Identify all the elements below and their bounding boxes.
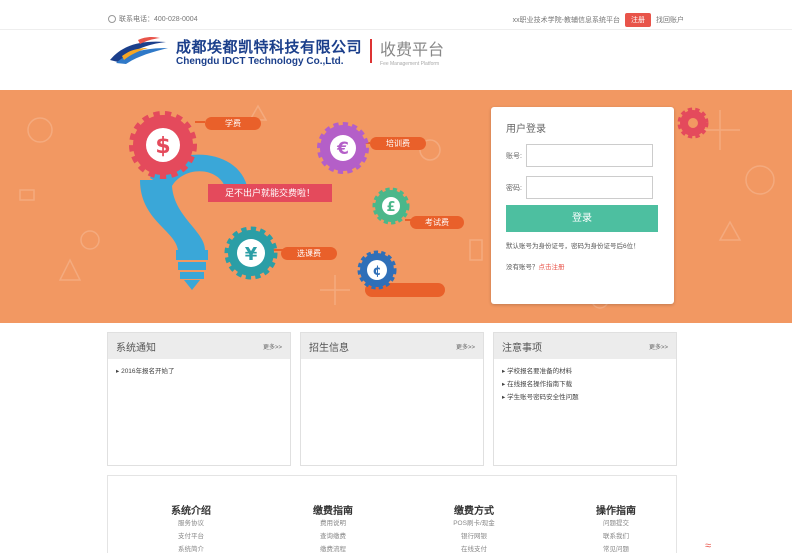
footer-link[interactable]: 查询缴费 [283, 530, 383, 543]
login-title: 用户登录 [506, 124, 546, 135]
panel-admissions: 招生信息 更多>> [300, 332, 484, 466]
brand-header: 成都埃都凯特科技有限公司 Chengdu IDCT Technology Co.… [108, 34, 444, 68]
panel-title: 招生信息 [309, 342, 349, 354]
phone-icon [108, 15, 116, 23]
find-account-link[interactable]: 找回账户 [656, 15, 684, 25]
coin-symbol: $ [155, 134, 170, 159]
footer-link[interactable]: 在线支付 [424, 543, 524, 553]
panel-title: 系统通知 [116, 342, 156, 354]
footer-link[interactable]: 费用说明 [283, 517, 383, 530]
coin-symbol: ¥ [245, 244, 258, 265]
more-link[interactable]: 更多>> [649, 342, 668, 351]
login-panel: 用户登录 账号: 密码: 登录 默认账号为身份证号，密码为身份证号后6位！ 没有… [491, 107, 674, 304]
top-bar: 联系电话：400-028-0004 xx职业技术学院-教辅信息系统平台 注册 找… [0, 0, 792, 30]
login-hint: 默认账号为身份证号，密码为身份证号后6位！ [506, 243, 640, 250]
decorative-gear-icon [676, 106, 710, 140]
login-button[interactable]: 登录 [506, 205, 658, 232]
account-row: 账号: [506, 144, 653, 167]
company-logo[interactable] [108, 36, 170, 66]
tag-course: 选课费 [281, 247, 337, 260]
list-item[interactable]: ▸ 学校报名要准备的材料 [502, 365, 668, 378]
notes-list: ▸ 学校报名要准备的材料 ▸ 在线报名操作指南下载 ▸ 学生账号密码安全性问题 [494, 359, 676, 410]
coin-symbol: ¢ [372, 264, 381, 279]
company-name-en: Chengdu IDCT Technology Co.,Ltd. [176, 55, 344, 67]
panel-header: 注意事项 更多>> [494, 333, 676, 359]
panel-title: 注意事项 [502, 342, 542, 354]
notice-list: ▸ 2016年报名开始了 [108, 359, 290, 384]
more-link[interactable]: 更多>> [263, 342, 282, 351]
panel-notes: 注意事项 更多>> ▸ 学校报名要准备的材料 ▸ 在线报名操作指南下载 ▸ 学生… [493, 332, 677, 466]
brand-divider [370, 39, 373, 63]
list-item[interactable]: ▸ 2016年报名开始了 [116, 365, 282, 378]
platform-subtitle: Fee Management Platform [380, 60, 440, 67]
contact-phone: 联系电话：400-028-0004 [108, 14, 198, 24]
footer-col-operations: 操作指南 问题提交 联系我们 常见问题 [566, 502, 666, 553]
footer-link[interactable]: 支付平台 [141, 530, 241, 543]
footer-heading: 缴费指南 [313, 506, 353, 517]
tag-exam: 考试费 [410, 216, 464, 229]
password-input[interactable] [525, 176, 653, 199]
no-account-text: 没有账号？ [506, 264, 539, 271]
panel-notices: 系统通知 更多>> ▸ 2016年报名开始了 [107, 332, 291, 466]
list-item[interactable]: ▸ 在线报名操作指南下载 [502, 378, 668, 391]
tag-tuition: 学费 [205, 117, 261, 130]
footer-link[interactable]: 联系我们 [566, 530, 666, 543]
panel-header: 招生信息 更多>> [301, 333, 483, 359]
footer-link[interactable]: 系统简介 [141, 543, 241, 553]
footer-link[interactable]: 银行网银 [424, 530, 524, 543]
phone-text: 联系电话：400-028-0004 [119, 16, 198, 23]
account-label: 账号: [506, 152, 522, 160]
more-link[interactable]: 更多>> [456, 342, 475, 351]
footer-col-intro: 系统介绍 服务协议 支付平台 系统简介 [141, 502, 241, 553]
no-account-line: 没有账号？点击注册 [506, 261, 565, 271]
coin-symbol: £ [386, 200, 395, 215]
footer-link[interactable]: 缴费流程 [283, 543, 383, 553]
promo-text: xx职业技术学院-教辅信息系统平台 [512, 17, 620, 24]
cent-coin-icon: ¢ [356, 249, 398, 291]
footer-links: 系统介绍 服务协议 支付平台 系统简介 缴费指南 费用说明 查询缴费 缴费流程 … [107, 475, 677, 553]
euro-coin-icon: € [316, 121, 370, 175]
register-button[interactable]: 注册 [625, 13, 651, 27]
footer-link[interactable]: POS刷卡/现金 [424, 517, 524, 530]
pound-coin-icon: £ [371, 186, 411, 226]
footer-heading: 操作指南 [596, 506, 636, 517]
footer-link[interactable]: 服务协议 [141, 517, 241, 530]
footer-heading: 缴费方式 [454, 506, 494, 517]
admissions-list [301, 359, 483, 371]
footer-link[interactable]: 常见问题 [566, 543, 666, 553]
platform-title: 收费平台 [380, 41, 445, 59]
panel-header: 系统通知 更多>> [108, 333, 290, 359]
account-input[interactable] [525, 144, 653, 167]
footer-col-guide: 缴费指南 费用说明 查询缴费 缴费流程 [283, 502, 383, 553]
dollar-coin-icon: $ [128, 110, 198, 180]
password-row: 密码: [506, 176, 653, 199]
banner-slogan: 足不出户就能交费啦！ [208, 184, 332, 202]
footer-heading: 系统介绍 [171, 506, 211, 517]
password-label: 密码: [506, 184, 522, 192]
yuan-coin-icon: ¥ [223, 225, 279, 281]
corner-logo-icon: ≈ [705, 540, 712, 552]
register-link[interactable]: 点击注册 [539, 264, 565, 271]
list-item[interactable]: ▸ 学生账号密码安全性问题 [502, 391, 668, 404]
company-name-cn: 成都埃都凯特科技有限公司 [176, 38, 363, 56]
top-links: xx职业技术学院-教辅信息系统平台 注册 找回账户 [513, 13, 684, 27]
coin-symbol: € [336, 139, 349, 159]
footer-link[interactable]: 问题提交 [566, 517, 666, 530]
footer-col-methods: 缴费方式 POS刷卡/现金 银行网银 在线支付 [424, 502, 524, 553]
tag-training: 培训费 [370, 137, 426, 150]
